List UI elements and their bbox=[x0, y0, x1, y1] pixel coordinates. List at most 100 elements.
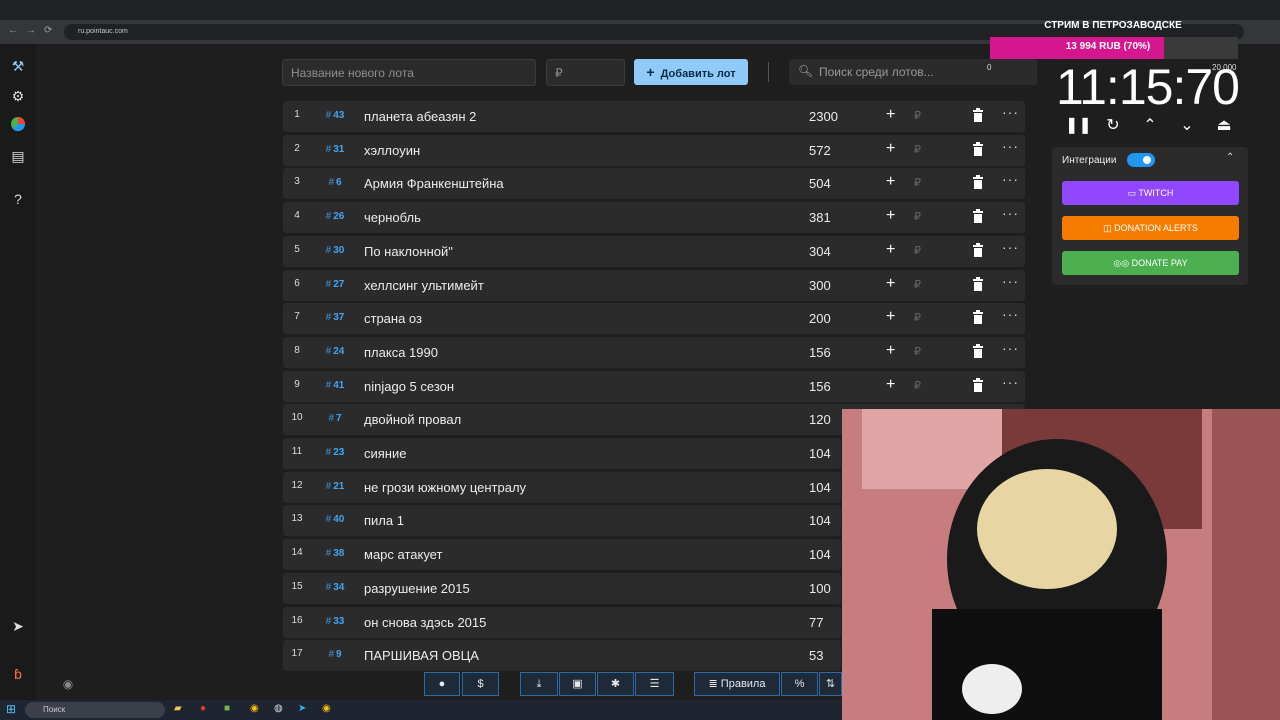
more-options-icon[interactable]: ··· bbox=[1002, 340, 1019, 356]
chrome-icon[interactable]: ◉ bbox=[250, 703, 259, 714]
lot-amount: 104 bbox=[809, 446, 831, 461]
lot-name[interactable]: марс атакует bbox=[364, 547, 442, 562]
add-amount-button[interactable]: + bbox=[886, 140, 895, 158]
donate-button[interactable]: $ bbox=[462, 672, 499, 696]
lot-name[interactable]: пила 1 bbox=[364, 513, 404, 528]
lot-id-value: 26 bbox=[333, 211, 345, 222]
bug-button[interactable]: ✱ bbox=[597, 672, 634, 696]
trash-icon[interactable] bbox=[972, 175, 984, 189]
lot-name[interactable]: хеллсинг ультимейт bbox=[364, 278, 484, 293]
trash-icon[interactable] bbox=[972, 209, 984, 223]
minecraft-icon[interactable]: ■ bbox=[224, 703, 230, 714]
back-icon[interactable]: ← bbox=[8, 25, 18, 36]
add-amount-button[interactable]: + bbox=[886, 376, 895, 394]
lot-name[interactable]: По наклонной" bbox=[364, 244, 453, 259]
telegram-icon[interactable]: ➤ bbox=[8, 616, 28, 636]
add-amount-button[interactable]: + bbox=[886, 207, 895, 225]
lot-name[interactable]: Армия Франкенштейна bbox=[364, 176, 504, 191]
donation-alerts-button[interactable]: ◫ DONATION ALERTS bbox=[1062, 216, 1239, 240]
pause-button[interactable]: ❚❚ bbox=[1065, 114, 1092, 138]
reload-icon[interactable]: ⟳ bbox=[44, 25, 52, 36]
add-amount-button[interactable]: + bbox=[886, 173, 895, 191]
lot-search-input[interactable]: Поиск среди лотов... bbox=[789, 59, 1037, 85]
folder-icon[interactable]: ▰ bbox=[174, 703, 182, 714]
lot-name[interactable]: ПАРШИВАЯ ОВЦА bbox=[364, 648, 479, 663]
add-amount-button[interactable]: + bbox=[886, 241, 895, 259]
lot-index: 6 bbox=[294, 278, 300, 289]
trash-icon[interactable] bbox=[972, 310, 984, 324]
more-options-icon[interactable]: ··· bbox=[1002, 205, 1019, 221]
gear-icon[interactable]: ⚙ bbox=[8, 86, 28, 106]
increase-time-button[interactable]: ⌃ bbox=[1138, 114, 1162, 138]
brand-logo-icon[interactable]: ɓ bbox=[8, 664, 28, 684]
lot-name[interactable]: разрушение 2015 bbox=[364, 581, 470, 596]
trash-icon[interactable] bbox=[972, 378, 984, 392]
trash-icon[interactable] bbox=[972, 344, 984, 358]
lot-amount: 104 bbox=[809, 480, 831, 495]
rules-button[interactable]: ≣ Правила bbox=[694, 672, 780, 696]
search-icon: 🔍︎ bbox=[798, 64, 814, 78]
more-options-icon[interactable]: ··· bbox=[1002, 138, 1019, 154]
new-lot-input[interactable]: Название нового лота bbox=[282, 59, 536, 86]
lot-name[interactable]: плакса 1990 bbox=[364, 345, 438, 360]
more-options-icon[interactable]: ··· bbox=[1002, 273, 1019, 289]
clear-button[interactable]: ☰ bbox=[635, 672, 674, 696]
clipboard-icon[interactable]: ▤ bbox=[8, 146, 28, 166]
more-options-icon[interactable]: ··· bbox=[1002, 306, 1019, 322]
trash-icon[interactable] bbox=[972, 243, 984, 257]
more-options-icon[interactable]: ··· bbox=[1002, 171, 1019, 187]
lot-name[interactable]: сияние bbox=[364, 446, 406, 461]
save-button[interactable]: ▣ bbox=[559, 672, 596, 696]
lot-name[interactable]: он снова здэсь 2015 bbox=[364, 615, 486, 630]
more-options-icon[interactable]: ··· bbox=[1002, 239, 1019, 255]
opera-icon[interactable]: ● bbox=[200, 703, 206, 714]
lot-name[interactable]: хэллоуин bbox=[364, 143, 420, 158]
lot-amount: 100 bbox=[809, 581, 831, 596]
lot-row: 5 #30 По наклонной" 304 + ₽ ··· bbox=[283, 236, 1025, 267]
add-amount-button[interactable]: + bbox=[886, 342, 895, 360]
forward-icon[interactable]: → bbox=[26, 25, 36, 36]
lot-id: #24 bbox=[317, 346, 353, 357]
lot-name[interactable]: ninjago 5 сезон bbox=[364, 379, 454, 394]
decrease-time-button[interactable]: ⌄ bbox=[1175, 114, 1199, 138]
lot-name[interactable]: чернобль bbox=[364, 210, 421, 225]
taskbar-search[interactable]: Поиск bbox=[25, 702, 165, 718]
telegram-taskbar-icon[interactable]: ➤ bbox=[298, 703, 306, 714]
wheel-icon[interactable] bbox=[8, 116, 28, 136]
trash-icon[interactable] bbox=[972, 277, 984, 291]
lot-name[interactable]: двойной провал bbox=[364, 412, 461, 427]
ruble-icon: ₽ bbox=[914, 380, 921, 392]
add-amount-button[interactable]: + bbox=[886, 106, 895, 124]
add-lot-button[interactable]: + Добавить лот bbox=[634, 59, 748, 85]
chevron-up-icon[interactable]: ⌃ bbox=[1226, 152, 1234, 163]
download-button[interactable]: ⤓ bbox=[520, 672, 558, 696]
github-button[interactable]: ● bbox=[424, 672, 460, 696]
chrome-icon[interactable]: ◉ bbox=[322, 703, 331, 714]
eye-icon[interactable]: ◉ bbox=[58, 674, 78, 694]
lot-index: 17 bbox=[291, 648, 303, 659]
eject-button[interactable]: ⏏ bbox=[1212, 114, 1236, 138]
gavel-icon[interactable]: ⚒ bbox=[8, 56, 28, 76]
percent-button[interactable]: % bbox=[781, 672, 818, 696]
lot-name[interactable]: страна оз bbox=[364, 311, 422, 326]
trash-icon[interactable] bbox=[972, 108, 984, 122]
lot-name[interactable]: не грози южному централу bbox=[364, 480, 526, 495]
lot-id: #30 bbox=[317, 245, 353, 256]
rules-icon: ≣ bbox=[708, 678, 721, 690]
add-amount-button[interactable]: + bbox=[886, 275, 895, 293]
trash-icon[interactable] bbox=[972, 142, 984, 156]
more-options-icon[interactable]: ··· bbox=[1002, 374, 1019, 390]
add-amount-button[interactable]: + bbox=[886, 308, 895, 326]
lot-amount: 104 bbox=[809, 547, 831, 562]
more-options-icon[interactable]: ··· bbox=[1002, 104, 1019, 120]
lot-name[interactable]: планета абеазян 2 bbox=[364, 109, 476, 124]
windows-start-icon[interactable]: ⊞ bbox=[6, 702, 16, 716]
donate-pay-button[interactable]: ◎◎ DONATE PAY bbox=[1062, 251, 1239, 275]
twitch-button[interactable]: ▭ TWITCH bbox=[1062, 181, 1239, 205]
help-icon[interactable]: ? bbox=[8, 189, 28, 209]
hash-icon: # bbox=[325, 582, 332, 593]
amount-input[interactable]: ₽ bbox=[546, 59, 625, 86]
obs-icon[interactable]: ◍ bbox=[274, 703, 283, 714]
reset-button[interactable]: ↻ bbox=[1101, 114, 1125, 138]
more-toolbar-button[interactable]: ⇅ bbox=[819, 672, 842, 696]
